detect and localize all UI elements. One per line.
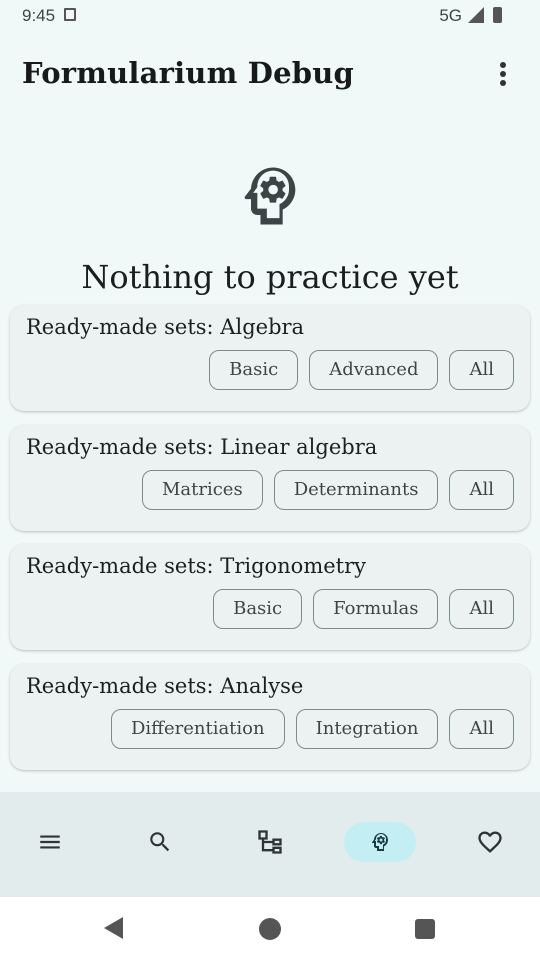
chip-advanced[interactable]: Advanced [309, 350, 439, 390]
hierarchy-icon [258, 830, 282, 854]
system-navigation-bar [0, 897, 540, 960]
chip-all[interactable]: All [449, 589, 514, 629]
chip-differentiation[interactable]: Differentiation [110, 709, 285, 749]
more-vert-icon [500, 62, 506, 68]
nav-search[interactable] [128, 822, 192, 862]
nav-hierarchy[interactable] [238, 822, 302, 862]
status-bar: 9:45 5G [0, 0, 540, 32]
more-vert-icon-dot [500, 80, 506, 86]
chip-basic[interactable]: Basic [213, 589, 303, 629]
bottom-navigation [0, 792, 540, 897]
chip-matrices[interactable]: Matrices [141, 470, 263, 510]
card-title: Ready-made sets: Trigonometry [26, 554, 367, 578]
recents-icon[interactable] [415, 919, 435, 939]
sim-card-icon [64, 8, 76, 21]
chip-group: Basic Advanced All [209, 350, 514, 390]
chip-all[interactable]: All [449, 470, 514, 510]
search-icon [150, 832, 170, 852]
card-title: Ready-made sets: Algebra [26, 315, 305, 339]
home-icon[interactable] [259, 918, 281, 940]
status-time: 9:45 [22, 6, 56, 25]
battery-icon [493, 7, 502, 23]
heart-icon [478, 831, 502, 853]
nav-menu[interactable] [18, 822, 82, 862]
nav-practice[interactable] [344, 822, 416, 862]
nav-favorites[interactable] [458, 822, 522, 862]
menu-icon [40, 835, 60, 849]
more-vert-icon-dot [500, 71, 506, 77]
card-title: Ready-made sets: Analyse [26, 674, 304, 698]
card-title: Ready-made sets: Linear algebra [26, 435, 378, 459]
card-linear-algebra: Ready-made sets: Linear algebra Matrices… [10, 425, 530, 531]
chip-basic[interactable]: Basic [209, 350, 299, 390]
chip-group: Differentiation Integration All [110, 709, 514, 749]
card-algebra: Ready-made sets: Algebra Basic Advanced … [10, 305, 530, 411]
chip-formulas[interactable]: Formulas [313, 589, 439, 629]
card-trigonometry: Ready-made sets: Trigonometry Basic Form… [10, 544, 530, 650]
empty-state-title: Nothing to practice yet [81, 258, 459, 296]
status-network: 5G [439, 6, 462, 25]
chip-all[interactable]: All [449, 350, 514, 390]
app-title: Formularium Debug [22, 56, 355, 90]
head-gear-icon [371, 833, 388, 851]
signal-icon [468, 7, 484, 23]
card-analyse: Ready-made sets: Analyse Differentiation… [10, 664, 530, 770]
head-gear-icon [244, 167, 296, 225]
back-icon[interactable] [104, 917, 123, 939]
chip-integration[interactable]: Integration [295, 709, 439, 749]
chip-group: Matrices Determinants All [141, 470, 514, 510]
chip-group: Basic Formulas All [213, 589, 514, 629]
overflow-menu-button[interactable] [488, 62, 518, 92]
chip-all[interactable]: All [449, 709, 514, 749]
app-bar: Formularium Debug [0, 40, 540, 110]
chip-determinants[interactable]: Determinants [273, 470, 439, 510]
